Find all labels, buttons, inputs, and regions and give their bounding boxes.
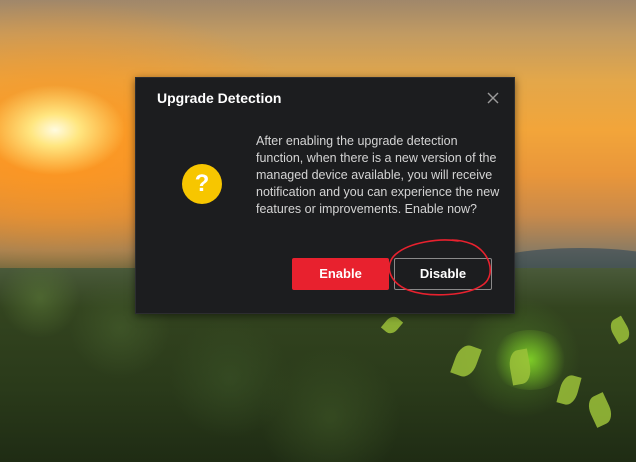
close-icon bbox=[487, 92, 499, 104]
question-icon: ? bbox=[182, 164, 222, 204]
background-leaf-glow bbox=[490, 330, 570, 390]
close-button[interactable] bbox=[485, 90, 501, 106]
desktop-background: Upgrade Detection ? After enabling the u… bbox=[0, 0, 636, 462]
dialog-title: Upgrade Detection bbox=[157, 90, 282, 106]
disable-button[interactable]: Disable bbox=[394, 258, 492, 290]
upgrade-detection-dialog: Upgrade Detection ? After enabling the u… bbox=[135, 77, 515, 314]
dialog-message: After enabling the upgrade detection fun… bbox=[256, 134, 500, 216]
enable-button[interactable]: Enable bbox=[292, 258, 389, 290]
